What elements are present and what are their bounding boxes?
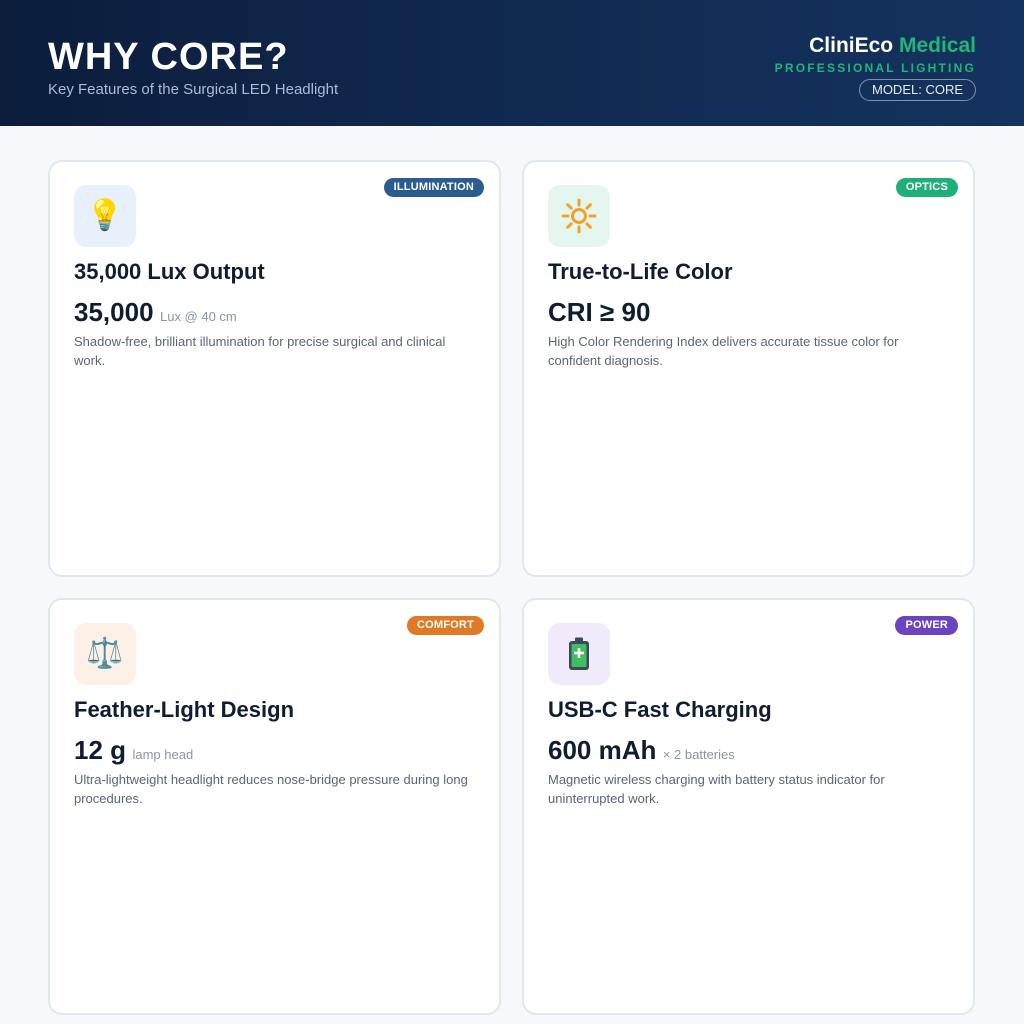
lightbulb-icon: 💡 bbox=[74, 185, 136, 247]
stat-unit: × 2 batteries bbox=[662, 747, 735, 762]
stat-unit: Lux @ 40 cm bbox=[159, 309, 237, 324]
stat-value: CRI ≥ 90 bbox=[548, 297, 651, 327]
scales-icon: ⚖️ bbox=[74, 623, 136, 685]
category-badge: POWER bbox=[895, 616, 958, 635]
stat-value: 600 mAh bbox=[548, 735, 657, 765]
feature-stat: 12 g lamp head bbox=[74, 735, 193, 766]
brand-name-accent: Medical bbox=[898, 34, 976, 57]
category-badge: ILLUMINATION bbox=[383, 178, 484, 197]
brand-name-primary: CliniEco bbox=[809, 34, 894, 57]
feature-card-illumination: ILLUMINATION 💡 35,000 Lux Output 35,000 … bbox=[48, 160, 501, 577]
feature-card-power: POWER USB-C Fast Charging 600 mAh × 2 ba… bbox=[522, 598, 975, 1015]
stat-value: 35,000 bbox=[74, 297, 154, 327]
stat-value: 12 g bbox=[74, 735, 127, 765]
feature-stat: 35,000 Lux @ 40 cm bbox=[74, 297, 237, 328]
category-badge: OPTICS bbox=[895, 178, 958, 197]
brand-block: CliniEco Medical PROFESSIONAL LIGHTING M… bbox=[775, 34, 976, 101]
feature-stat: 600 mAh × 2 batteries bbox=[548, 735, 735, 766]
feature-description: Magnetic wireless charging with battery … bbox=[548, 772, 885, 806]
feature-description: Ultra-lightweight headlight reduces nose… bbox=[74, 772, 468, 806]
feature-title: 35,000 Lux Output bbox=[74, 259, 265, 284]
category-badge: COMFORT bbox=[406, 616, 484, 635]
sun-icon bbox=[548, 185, 610, 247]
stat-unit: lamp head bbox=[132, 747, 194, 762]
feature-card-comfort: COMFORT ⚖️ Feather-Light Design 12 g lam… bbox=[48, 598, 501, 1015]
feature-title: USB-C Fast Charging bbox=[548, 697, 772, 722]
brand-name: CliniEco Medical bbox=[809, 34, 976, 58]
feature-title: Feather-Light Design bbox=[74, 697, 295, 722]
feature-stat: CRI ≥ 90 bbox=[548, 297, 652, 328]
model-badge: MODEL: CORE bbox=[858, 79, 976, 101]
battery-icon bbox=[548, 623, 610, 685]
brand-tagline: PROFESSIONAL LIGHTING bbox=[774, 61, 976, 75]
feature-description: Shadow-free, brilliant illumination for … bbox=[74, 334, 446, 368]
feature-title: True-to-Life Color bbox=[548, 259, 733, 284]
page-subtitle: Key Features of the Surgical LED Headlig… bbox=[48, 81, 339, 98]
page-title: WHY CORE? bbox=[48, 36, 289, 78]
page-header: WHY CORE? Key Features of the Surgical L… bbox=[0, 0, 1024, 126]
feature-card-optics: OPTICS True-to-Life Color CRI ≥ 90 High … bbox=[522, 160, 975, 577]
feature-description: High Color Rendering Index delivers accu… bbox=[548, 334, 899, 368]
